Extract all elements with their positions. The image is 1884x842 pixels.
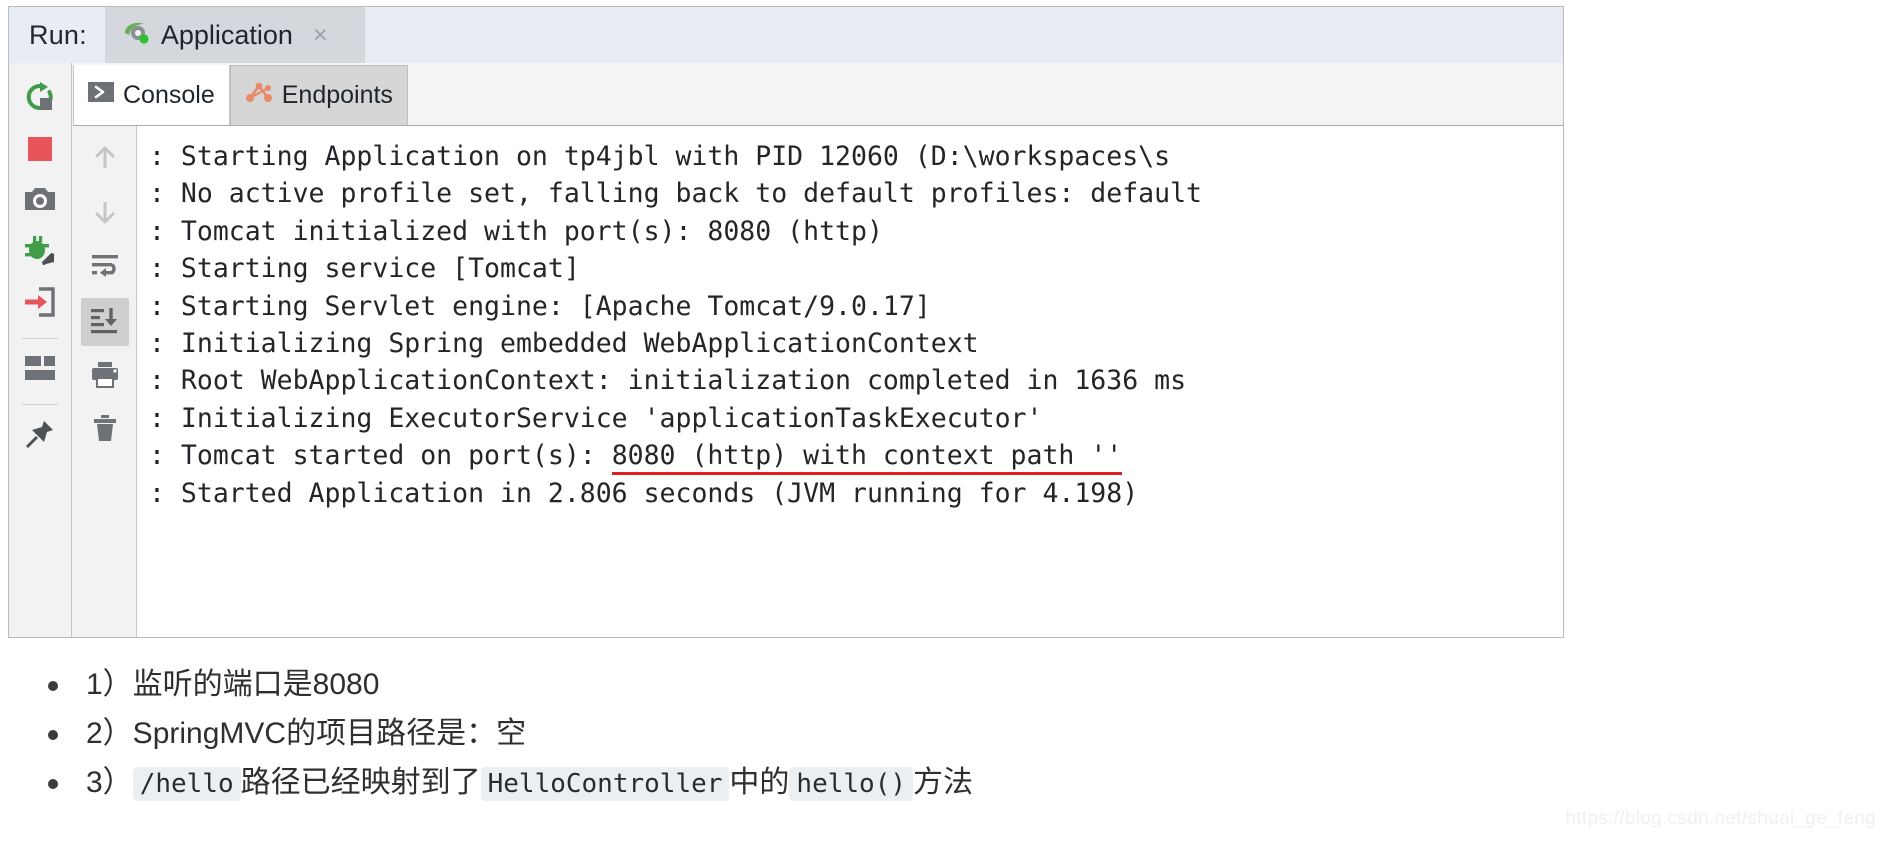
run-label: Run: bbox=[29, 19, 87, 50]
enter-arrow-icon bbox=[23, 285, 57, 324]
console-line: : Tomcat started on port(s): 8080 (http)… bbox=[149, 437, 1563, 476]
arrow-up-icon bbox=[90, 143, 120, 178]
console-line-text: : Root WebApplicationContext: initializa… bbox=[149, 365, 1187, 397]
printer-icon bbox=[90, 359, 120, 394]
rerun-button[interactable] bbox=[17, 77, 63, 123]
console-line-text: : Started Application in 2.806 seconds (… bbox=[149, 477, 1139, 509]
note-text: 1）监听的端口是8080 bbox=[86, 668, 380, 701]
note-text: 路径已经映射到了 bbox=[240, 766, 481, 799]
inline-code: /hello bbox=[132, 767, 241, 801]
console-line-highlight: 8080 (http) with context path '' bbox=[611, 440, 1123, 476]
run-tool-window: Run: Application × Console Endpoints: S… bbox=[8, 6, 1564, 638]
console-line-text: : Starting Application on tp4jbl with PI… bbox=[149, 141, 1171, 172]
console-line: : Starting Application on tp4jbl with PI… bbox=[149, 138, 1563, 175]
down-button[interactable] bbox=[81, 190, 129, 238]
runbar-filler bbox=[364, 7, 1563, 63]
note-item-3: 3）/hello 路径已经映射到了 HelloController 中的 hello()… bbox=[30, 758, 1530, 809]
console-line: : Initializing ExecutorService 'applicat… bbox=[149, 400, 1563, 437]
scroll-to-end-icon bbox=[89, 305, 121, 340]
toolbar-separator-1 bbox=[22, 338, 58, 339]
inline-code: hello() bbox=[789, 767, 913, 801]
note-item-1: 1）监听的端口是8080 bbox=[30, 660, 1530, 709]
console-line: : Initializing Spring embedded WebApplic… bbox=[149, 325, 1563, 362]
console-line-text: : Initializing Spring embedded WebApplic… bbox=[149, 328, 979, 360]
note-text: 3） bbox=[86, 766, 133, 799]
note-text: 中的 bbox=[729, 766, 790, 799]
console-line-text: : Starting Servlet engine: [Apache Tomca… bbox=[149, 290, 931, 322]
console-toolbar bbox=[73, 126, 137, 637]
clear-all-button[interactable] bbox=[81, 406, 129, 454]
tab-endpoints-label: Endpoints bbox=[281, 81, 393, 109]
step-into-button[interactable] bbox=[17, 281, 63, 327]
pin-icon bbox=[24, 418, 56, 455]
notes-list: 1）监听的端口是8080 2）SpringMVC的项目路径是：空 3）/hello 路… bbox=[30, 660, 1530, 809]
arrow-down-icon bbox=[90, 197, 120, 232]
scroll-to-end-button[interactable] bbox=[80, 298, 129, 346]
console-line-text: : Tomcat initialized with port(s): 8080 … bbox=[149, 215, 883, 247]
console-line: : Started Application in 2.806 seconds (… bbox=[149, 475, 1563, 512]
console-area: : Starting Application on tp4jbl with PI… bbox=[73, 125, 1563, 637]
inline-code: HelloController bbox=[480, 767, 730, 801]
console-chevron-icon bbox=[88, 79, 114, 112]
note-text: 2）SpringMVC的项目路径是：空 bbox=[86, 717, 527, 750]
tabs-filler bbox=[407, 65, 1563, 125]
console-line-text: : No active profile set, falling back to… bbox=[149, 178, 1202, 210]
rerun-icon bbox=[23, 81, 57, 120]
endpoints-graph-icon bbox=[245, 79, 273, 112]
console-line-text: : Tomcat started on port(s): bbox=[149, 440, 612, 472]
tab-console[interactable]: Console bbox=[73, 65, 230, 125]
run-titlebar: Run: Application × bbox=[9, 7, 1563, 63]
stop-square-icon bbox=[25, 134, 55, 169]
close-icon[interactable]: × bbox=[313, 22, 328, 48]
console-line: : Starting service [Tomcat] bbox=[149, 250, 1563, 287]
console-line: : Root WebApplicationContext: initializa… bbox=[149, 362, 1563, 399]
note-text: 方法 bbox=[913, 766, 973, 799]
spring-boot-run-icon bbox=[121, 18, 151, 53]
up-button[interactable] bbox=[81, 136, 129, 184]
camera-icon bbox=[23, 183, 57, 222]
soft-wrap-button[interactable] bbox=[81, 244, 129, 292]
watermark: https://blog.csdn.net/shuai_ge_feng bbox=[1565, 808, 1876, 829]
toolbar-separator-2 bbox=[22, 404, 58, 405]
layout-button[interactable] bbox=[17, 347, 63, 393]
bug-arrow-icon bbox=[23, 234, 57, 273]
stop-button[interactable] bbox=[17, 128, 63, 174]
console-output[interactable]: : Starting Application on tp4jbl with PI… bbox=[137, 126, 1563, 637]
pin-button[interactable] bbox=[17, 413, 63, 459]
tab-endpoints[interactable]: Endpoints bbox=[229, 65, 408, 125]
screenshot-button[interactable] bbox=[17, 179, 63, 225]
soft-wrap-icon bbox=[89, 251, 121, 286]
run-configuration-tab[interactable]: Application × bbox=[104, 7, 365, 63]
layout-icon bbox=[24, 355, 56, 386]
console-line: : Tomcat initialized with port(s): 8080 … bbox=[149, 213, 1563, 250]
note-item-2: 2）SpringMVC的项目路径是：空 bbox=[30, 709, 1530, 758]
debug-attach-button[interactable] bbox=[17, 230, 63, 276]
trash-icon bbox=[91, 413, 119, 448]
console-tabs: Console Endpoints bbox=[73, 63, 1563, 125]
run-tab-title: Application bbox=[160, 19, 293, 50]
run-left-toolbar bbox=[9, 63, 72, 637]
console-line-text: : Starting service [Tomcat] bbox=[149, 253, 580, 285]
console-line-text: : Initializing ExecutorService 'applicat… bbox=[149, 402, 1043, 434]
print-button[interactable] bbox=[81, 352, 129, 400]
console-line: : Starting Servlet engine: [Apache Tomca… bbox=[149, 288, 1563, 325]
tab-console-label: Console bbox=[123, 80, 215, 109]
console-line: : No active profile set, falling back to… bbox=[149, 175, 1563, 212]
